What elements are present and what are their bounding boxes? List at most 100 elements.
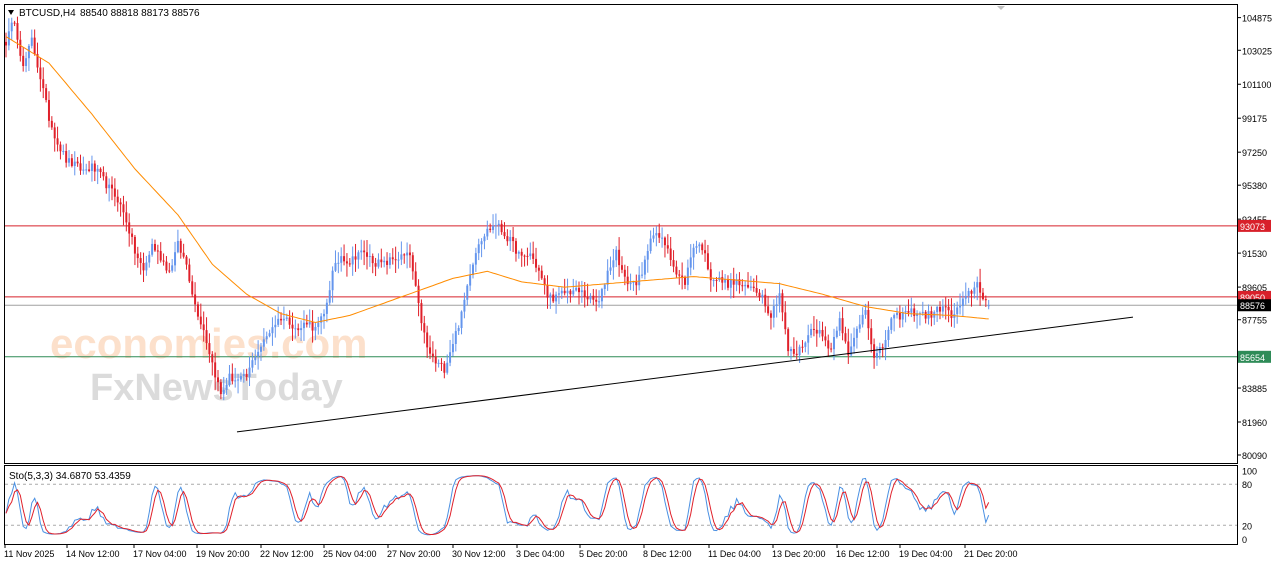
candle-bull (234, 380, 237, 382)
candle-bull (575, 287, 578, 291)
candle-bear (417, 285, 420, 304)
chart-ohlc: 88540 88818 88173 88576 (80, 8, 200, 19)
x-tick-label: 21 Dec 20:00 (964, 549, 1018, 559)
candle-bull (509, 236, 512, 242)
candle-bull (853, 337, 856, 347)
candle-bull (457, 328, 460, 332)
candle-bull (838, 318, 841, 331)
candle-bull (176, 240, 179, 253)
candle-bull (108, 184, 111, 189)
candle-bull (285, 317, 288, 319)
candle-bear (758, 292, 761, 298)
candle-bull (941, 306, 944, 312)
candle-bull (451, 343, 454, 353)
candle-bull (973, 287, 976, 294)
candle-bear (297, 328, 300, 331)
candle-bear (970, 290, 973, 294)
candle-bear (440, 362, 443, 364)
candle-bull (317, 322, 320, 328)
candle-bull (652, 235, 655, 239)
candle-bear (827, 340, 830, 349)
x-tick-label: 25 Nov 04:00 (323, 549, 377, 559)
candle-bull (328, 290, 331, 303)
candle-bull (357, 252, 360, 260)
candle-bear (867, 309, 870, 329)
candle-bear (131, 233, 134, 237)
candle-bull (351, 256, 354, 265)
candle-bear (706, 253, 709, 270)
candle-bear (191, 281, 194, 295)
candle-bear (47, 99, 50, 121)
candle-bear (365, 252, 368, 257)
candle-bear (663, 237, 666, 246)
candle-bear (537, 267, 540, 271)
candle-bear (133, 236, 136, 254)
candle-bear (815, 329, 818, 334)
candle-bear (443, 363, 446, 373)
candle-bear (563, 290, 566, 294)
candle-bull (471, 264, 474, 275)
candle-bear (578, 287, 580, 293)
candle-bear (669, 248, 672, 261)
candle-bull (494, 225, 497, 227)
candle-bull (695, 246, 698, 248)
candle-bull (314, 327, 317, 331)
candle-bear (701, 244, 704, 251)
candle-bull (73, 161, 76, 166)
y-tick-label: 87755 (1242, 316, 1267, 326)
x-tick-label: 19 Dec 04:00 (899, 549, 953, 559)
candle-bull (268, 333, 271, 337)
candle-bull (377, 259, 380, 267)
candle-bear (812, 328, 815, 330)
candle-bull (641, 274, 644, 276)
mt4-chart-window[interactable]: economies.com FxNewsToday 104875 103025 10… (0, 0, 1280, 567)
candle-bull (606, 270, 609, 285)
candle-bull (85, 169, 88, 171)
candle-bull (251, 360, 254, 368)
candle-bear (403, 254, 406, 256)
candle-bull (222, 389, 225, 395)
candle-bear (211, 354, 214, 363)
candle-bear (311, 321, 314, 331)
chart-canvas[interactable]: economies.com FxNewsToday 10487510302510… (0, 0, 1280, 567)
candle-bear (217, 377, 220, 383)
candle-bull (145, 262, 148, 271)
candle-bear (741, 285, 744, 287)
candle-bear (245, 374, 248, 378)
candle-bull (692, 247, 695, 258)
candle-bull (27, 45, 30, 59)
candle-bull (25, 58, 28, 67)
candle-bull (835, 330, 838, 337)
candle-bear (586, 296, 589, 300)
candle-bull (655, 233, 658, 236)
candle-bear (45, 88, 48, 100)
candle-bear (179, 240, 182, 253)
candle-bull (225, 384, 228, 390)
candle-bull (961, 298, 964, 307)
candle-bull (603, 284, 606, 290)
candle-bear (423, 323, 426, 333)
candle-bear (343, 256, 346, 262)
candle-bear (543, 278, 546, 286)
candle-bear (635, 281, 638, 286)
candle-bear (514, 241, 517, 254)
candle-bull (609, 267, 612, 271)
candle-bear (546, 285, 549, 298)
candle-bear (944, 306, 947, 308)
candle-bull (901, 312, 904, 320)
candle-bull (921, 311, 924, 314)
candle-bear (726, 279, 729, 288)
candle-bear (532, 253, 535, 259)
candle-bear (156, 250, 159, 252)
candle-bull (360, 250, 363, 253)
stoch-y-tick-label: 20 (1242, 521, 1252, 531)
candle-bull (10, 22, 13, 32)
candle-bear (16, 23, 19, 40)
candle-bear (844, 333, 847, 342)
candle-bull (858, 324, 861, 329)
candle-bull (936, 306, 939, 313)
candle-bear (345, 261, 348, 264)
candle-bear (981, 292, 984, 300)
candle-bear (512, 236, 515, 242)
candle-bull (449, 352, 452, 363)
